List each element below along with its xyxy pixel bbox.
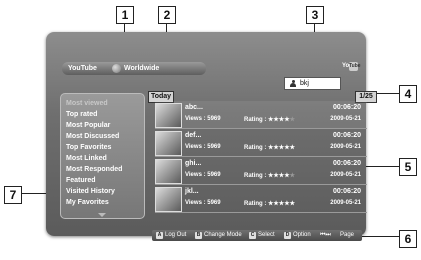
user-account[interactable]: bkj [284,77,341,90]
menu-item-top-rated[interactable]: Top rated [66,111,97,118]
video-row[interactable]: def... 00:06:20 Views : 5969 Rating : ★★… [155,129,367,157]
menu-item-featured[interactable]: Featured [66,177,96,184]
menu-item-most-responded[interactable]: Most Responded [66,166,122,173]
key-a-icon: A [156,232,163,239]
rating-stars: ★★★★★ [268,173,295,179]
video-title: abc... [185,104,203,111]
video-thumbnail [155,187,182,212]
video-title: jkl... [185,188,199,195]
video-rating: Rating : ★★★★★ [244,172,295,179]
username: bkj [300,80,309,87]
key-c-icon: C [249,232,256,239]
category-menu: Most viewed Top rated Most Popular Most … [60,93,145,219]
menu-item-most-viewed[interactable]: Most viewed [66,100,108,107]
rating-stars: ★★★★★ [268,145,295,151]
video-rating: Rating : ★★★★★ [244,144,295,151]
video-views: Views : 5969 [185,144,221,150]
video-views: Views : 5969 [185,172,221,178]
rating-stars: ★★★★★ [268,117,295,123]
star-filled-icon: ★ [289,201,295,207]
video-date: 2009-05-21 [330,116,361,122]
video-list: abc... 00:06:20 Views : 5969 Rating : ★★… [155,101,367,217]
video-thumbnail [155,103,182,128]
video-date: 2009-05-21 [330,144,361,150]
region-selector[interactable]: Worldwide [124,62,159,75]
video-duration: 00:06:20 [332,132,361,139]
leader-line-5 [366,166,399,167]
callout-7: 7 [4,186,22,204]
rating-label: Rating : [244,145,267,151]
video-rating: Rating : ★★★★★ [244,116,295,123]
menu-item-most-discussed[interactable]: Most Discussed [66,133,119,140]
video-row[interactable]: ghi... 00:06:20 Views : 5969 Rating : ★★… [155,157,367,185]
video-row[interactable]: jkl... 00:06:20 Views : 5969 Rating : ★★… [155,185,367,213]
key-b-icon: B [195,232,202,239]
service-bar: YouTube Worldwide [62,62,206,75]
video-duration: 00:06:20 [332,188,361,195]
video-title: def... [185,132,202,139]
video-rating: Rating : ★★★★★ [244,200,295,207]
page-keys-icon: ⏮⏭ [320,232,331,238]
callout-2: 2 [158,6,176,24]
service-title: YouTube [68,65,97,72]
control-bar: A Log Out B Change Mode C Select D Optio… [152,230,362,241]
star-empty-icon: ★ [289,173,295,179]
select-button[interactable]: Select [258,230,275,241]
callout-6: 6 [399,230,417,248]
page-button[interactable]: Page [340,230,354,241]
video-title: ghi... [185,160,202,167]
key-d-icon: D [284,232,291,239]
callout-4: 4 [399,85,417,103]
menu-item-top-favorites[interactable]: Top Favorites [66,144,111,151]
logo-tube: Tube [349,62,361,71]
user-icon [290,80,296,87]
star-filled-icon: ★ [289,145,295,151]
rating-label: Rating : [244,117,267,123]
video-duration: 00:06:20 [332,104,361,111]
scroll-down-icon[interactable] [98,213,106,217]
video-views: Views : 5969 [185,116,221,122]
logout-button[interactable]: Log Out [165,230,186,241]
video-thumbnail [155,131,182,156]
leader-line-4 [376,93,399,94]
menu-item-visited-history[interactable]: Visited History [66,188,115,195]
callout-3: 3 [306,6,324,24]
rating-label: Rating : [244,201,267,207]
option-button[interactable]: Option [293,230,311,241]
callout-1: 1 [116,6,134,24]
star-empty-icon: ★ [289,117,295,123]
video-thumbnail [155,159,182,184]
menu-item-most-linked[interactable]: Most Linked [66,155,107,162]
change-mode-button[interactable]: Change Mode [204,230,242,241]
rating-label: Rating : [244,173,267,179]
leader-line-6 [362,236,399,237]
menu-item-most-popular[interactable]: Most Popular [66,122,110,129]
video-date: 2009-05-21 [330,172,361,178]
menu-item-my-favorites[interactable]: My Favorites [66,199,109,206]
video-row[interactable]: abc... 00:06:20 Views : 5969 Rating : ★★… [155,101,367,129]
youtube-logo: You Tube [342,62,361,72]
callout-5: 5 [399,158,417,176]
video-views: Views : 5969 [185,200,221,206]
rating-stars: ★★★★★ [268,201,295,207]
video-date: 2009-05-21 [330,200,361,206]
globe-icon [112,64,121,73]
video-duration: 00:06:20 [332,160,361,167]
